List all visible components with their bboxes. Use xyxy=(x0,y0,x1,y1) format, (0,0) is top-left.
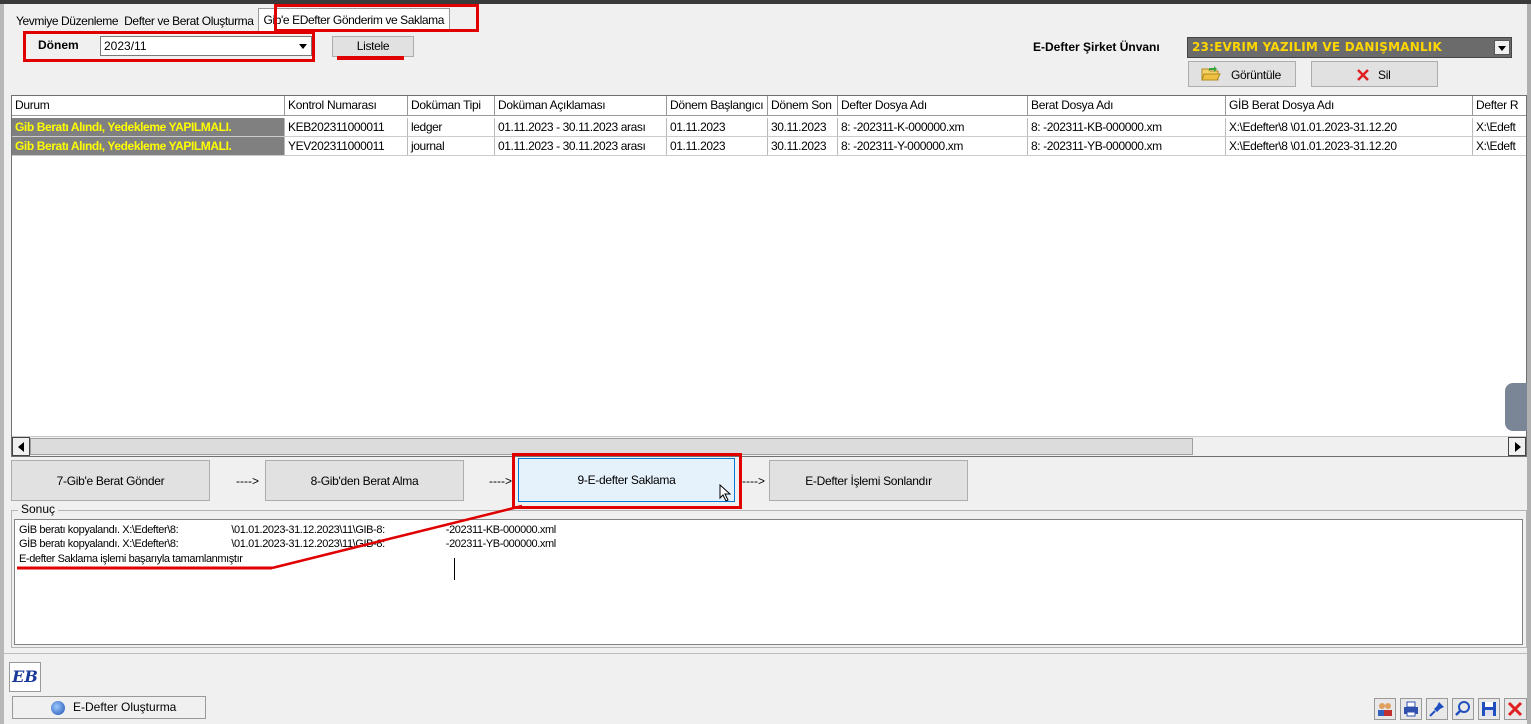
gib-berat-file-cell: X:\Edefter\8 \01.01.2023-31.12.20 xyxy=(1226,118,1473,137)
pin-tool-button[interactable] xyxy=(1426,698,1448,720)
open-folder-icon xyxy=(1201,66,1221,81)
berat-file-cell: 8: -202311-KB-000000.xm xyxy=(1028,118,1226,137)
text-cursor xyxy=(454,558,455,580)
result-line: E-defter Saklama işlemi başarıyla tamaml… xyxy=(19,553,243,565)
col-gib-berat-dosya-adi[interactable]: GİB Berat Dosya Adı xyxy=(1226,96,1473,116)
window-top-border xyxy=(0,0,1531,4)
ledger-file-cell: 8: -202311-K-000000.xm xyxy=(838,118,1028,137)
side-panel-tab[interactable] xyxy=(1505,383,1527,431)
result-textarea[interactable]: GİB beratı kopyalandı. X:\Edefter\8: \01… xyxy=(14,519,1523,645)
document-type-cell: ledger xyxy=(408,118,495,137)
bottom-panel xyxy=(4,653,1527,724)
col-donem-son[interactable]: Dönem Son xyxy=(768,96,838,116)
company-label: E-Defter Şirket Ünvanı xyxy=(1033,40,1160,54)
view-button[interactable]: Görüntüle xyxy=(1188,61,1296,87)
delete-button[interactable]: Sil xyxy=(1311,61,1438,87)
horizontal-scrollbar[interactable] xyxy=(12,436,1526,456)
document-description-cell: 01.11.2023 - 30.11.2023 arası xyxy=(495,118,667,137)
finish-e-defter-button[interactable]: E-Defter İşlemi Sonlandır xyxy=(769,460,968,501)
taskbar-edefter-olusturma[interactable]: E-Defter Oluşturma xyxy=(12,696,206,719)
status-cell: Gib Beratı Alındı, Yedekleme YAPILMALI. xyxy=(12,137,285,156)
control-number-cell: YEV202311000011 xyxy=(285,137,408,156)
result-label: Sonuç xyxy=(18,502,59,516)
col-defter-dosya-adi[interactable]: Defter Dosya Adı xyxy=(838,96,1028,116)
defter-r-cell: X:\Edeft xyxy=(1473,118,1526,137)
search-tool-button[interactable] xyxy=(1452,698,1474,720)
chevron-right-icon xyxy=(1515,442,1521,452)
users-tool-button[interactable] xyxy=(1374,698,1396,720)
period-highlight xyxy=(23,31,315,62)
app-globe-icon xyxy=(51,701,65,715)
print-icon xyxy=(1404,701,1418,717)
col-defter-r[interactable]: Defter R xyxy=(1473,96,1526,116)
tab-defter-berat-olusturma[interactable]: Defter ve Berat Oluşturma xyxy=(122,11,255,31)
document-type-cell: journal xyxy=(408,137,495,156)
step-8-receive-berat-button[interactable]: 8-Gib'den Berat Alma xyxy=(265,460,464,501)
right-window-edge xyxy=(1527,4,1531,724)
result-line: GİB beratı kopyalandı. X:\Edefter\8: \01… xyxy=(19,538,556,550)
print-tool-button[interactable] xyxy=(1400,698,1422,720)
col-dokuman-tipi[interactable]: Doküman Tipi xyxy=(408,96,495,116)
users-icon xyxy=(1378,703,1392,716)
defter-r-cell: X:\Edeft xyxy=(1473,137,1526,156)
company-select[interactable]: 23:EVRIM YAZILIM VE DANIŞMANLIK xyxy=(1187,37,1512,58)
step-arrow: ----> xyxy=(489,474,512,488)
eb-logo-icon: EB xyxy=(9,662,41,692)
ledger-file-cell: 8: -202311-Y-000000.xm xyxy=(838,137,1028,156)
period-start-cell: 01.11.2023 xyxy=(667,118,768,137)
scroll-right-button[interactable] xyxy=(1508,437,1526,456)
control-number-cell: KEB202311000011 xyxy=(285,118,408,137)
period-end-cell: 30.11.2023 xyxy=(768,118,838,137)
left-window-edge xyxy=(0,4,4,724)
close-tool-button[interactable] xyxy=(1504,698,1527,720)
status-cell: Gib Beratı Alındı, Yedekleme YAPILMALI. xyxy=(12,118,285,137)
step-arrow: ----> xyxy=(236,474,259,488)
company-value: 23:EVRIM YAZILIM VE DANIŞMANLIK xyxy=(1192,40,1442,54)
delete-button-label: Sil xyxy=(1378,68,1391,82)
document-grid[interactable]: Durum Kontrol Numarası Doküman Tipi Dokü… xyxy=(11,95,1527,457)
step-9-highlight xyxy=(512,453,742,509)
period-start-cell: 01.11.2023 xyxy=(667,137,768,156)
tab-highlight xyxy=(274,4,479,32)
chevron-left-icon xyxy=(18,442,24,452)
search-icon xyxy=(1455,701,1470,716)
table-row[interactable]: Gib Beratı Alındı, Yedekleme YAPILMALI. … xyxy=(12,118,1526,137)
result-line: GİB beratı kopyalandı. X:\Edefter\8: \01… xyxy=(19,524,556,536)
close-icon xyxy=(1507,701,1523,717)
col-kontrol-numarasi[interactable]: Kontrol Numarası xyxy=(285,96,408,116)
view-button-label: Görüntüle xyxy=(1231,68,1281,82)
col-donem-baslangici[interactable]: Dönem Başlangıcı xyxy=(667,96,768,116)
berat-file-cell: 8: -202311-YB-000000.xm xyxy=(1028,137,1226,156)
table-row[interactable]: Gib Beratı Alındı, Yedekleme YAPILMALI. … xyxy=(12,137,1526,156)
company-dropdown-button[interactable] xyxy=(1494,40,1510,55)
pin-icon xyxy=(1429,702,1444,717)
period-end-cell: 30.11.2023 xyxy=(768,137,838,156)
document-description-cell: 01.11.2023 - 30.11.2023 arası xyxy=(495,137,667,156)
list-button[interactable]: Listele xyxy=(332,36,414,57)
taskbar-button-label: E-Defter Oluşturma xyxy=(73,700,177,714)
col-berat-dosya-adi[interactable]: Berat Dosya Adı xyxy=(1028,96,1226,116)
chevron-down-icon xyxy=(1498,46,1506,51)
gib-berat-file-cell: X:\Edefter\8 \01.01.2023-31.12.20 xyxy=(1226,137,1473,156)
grid-header: Durum Kontrol Numarası Doküman Tipi Dokü… xyxy=(12,96,1526,116)
save-tool-button[interactable] xyxy=(1478,698,1500,720)
step-7-send-berat-button[interactable]: 7-Gib'e Berat Gönder xyxy=(11,460,210,501)
col-dokuman-aciklamasi[interactable]: Doküman Açıklaması xyxy=(495,96,667,116)
tab-yevmiye-duzenleme[interactable]: Yevmiye Düzenleme xyxy=(14,11,120,31)
list-button-underline xyxy=(337,56,404,60)
save-icon xyxy=(1482,702,1496,716)
col-durum[interactable]: Durum xyxy=(12,96,285,116)
scroll-left-button[interactable] xyxy=(12,437,30,456)
step-arrow: ----> xyxy=(742,474,765,488)
delete-x-icon xyxy=(1357,69,1369,81)
